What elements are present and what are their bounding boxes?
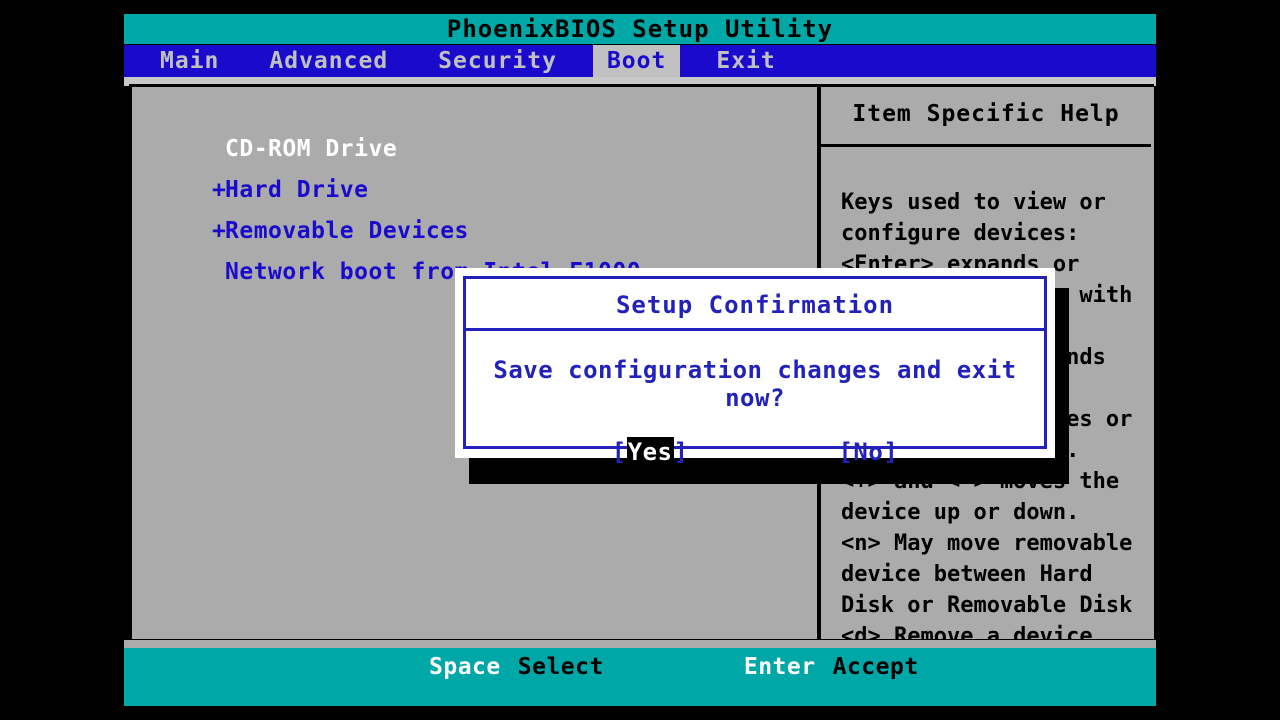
status-key: Enter	[743, 654, 816, 680]
status-key: Space	[429, 654, 501, 680]
boot-list-item-removable-devices[interactable]: +Removable Devices	[212, 211, 792, 252]
menu-item-security[interactable]: Security	[424, 45, 571, 77]
help-line: device up or down.	[841, 500, 1080, 525]
help-line: Keys used to view or	[841, 190, 1106, 215]
menu-item-exit[interactable]: Exit	[702, 45, 789, 77]
setup-confirmation-dialog: Setup Confirmation Save configuration ch…	[455, 268, 1055, 467]
dialog-title: Setup Confirmation	[466, 279, 1044, 331]
bracket-open: [	[611, 438, 627, 466]
boot-item-label: Removable Devices	[225, 218, 469, 244]
help-title-divider	[821, 144, 1151, 147]
expand-plus-icon: +	[212, 218, 227, 244]
boot-item-label: Hard Drive	[225, 177, 369, 203]
help-panel-title: Item Specific Help	[852, 101, 1120, 127]
menu-bar: Main Advanced Security Boot Exit	[124, 45, 1156, 77]
bracket-open: [	[838, 438, 854, 466]
help-line: device between Hard	[841, 562, 1093, 587]
boot-list-item-cdrom[interactable]: CD-ROM Drive	[212, 129, 792, 170]
status-action: Select	[517, 654, 604, 680]
yes-button[interactable]: [Yes]	[611, 437, 689, 467]
status-action: Accept	[832, 654, 919, 680]
frame-bottom-strip	[124, 640, 1156, 648]
bracket-close: ]	[883, 438, 899, 466]
yes-button-label: Yes	[626, 437, 674, 467]
help-line: <n> May move removable	[841, 531, 1133, 556]
boot-list-item-hard-drive[interactable]: +Hard Drive	[212, 170, 792, 211]
help-line: configure devices:	[841, 221, 1080, 246]
window-title: PhoenixBIOS Setup Utility	[124, 14, 1156, 44]
dialog-message: Save configuration changes and exit now?	[493, 356, 1017, 412]
boot-item-label: CD-ROM Drive	[225, 136, 398, 162]
help-line: Disk or Removable Disk	[841, 593, 1133, 618]
no-button-label: No	[853, 438, 884, 466]
status-entry-enter: Enter Accept	[744, 654, 919, 680]
menu-item-advanced[interactable]: Advanced	[255, 45, 402, 77]
dialog-inner-frame: Setup Confirmation Save configuration ch…	[463, 276, 1047, 467]
status-bar: Space Select Enter Accept	[124, 648, 1156, 706]
expand-plus-icon: +	[212, 177, 227, 203]
no-button[interactable]: [No]	[838, 438, 898, 466]
menu-item-main[interactable]: Main	[146, 45, 233, 77]
bios-screen: PhoenixBIOS Setup Utility Main Advanced …	[124, 0, 1156, 720]
status-entry-space: Space Select	[429, 654, 604, 680]
dialog-button-row: [Yes] [No]	[466, 437, 1044, 467]
menu-item-boot[interactable]: Boot	[592, 45, 681, 77]
bracket-close: ]	[673, 438, 689, 466]
